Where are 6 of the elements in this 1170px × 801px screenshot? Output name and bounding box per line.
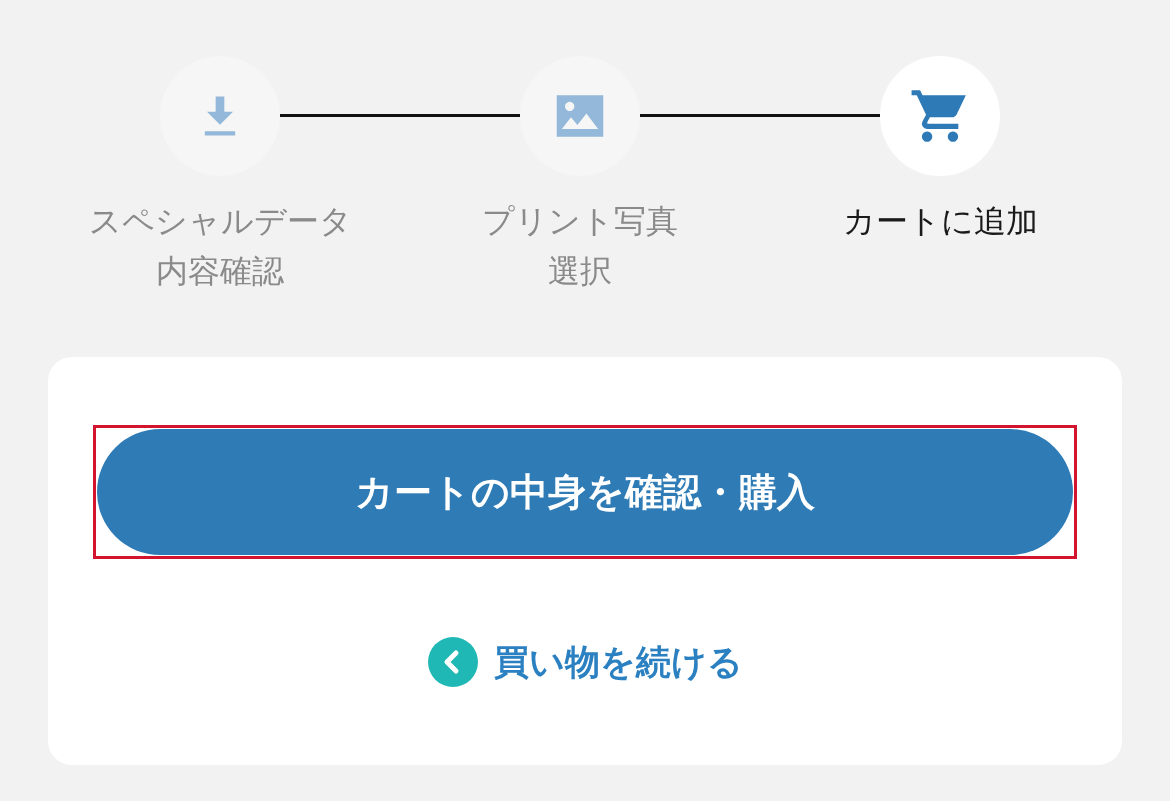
step-label: プリント写真 選択 [482, 201, 678, 292]
continue-shopping-link[interactable]: 買い物を続ける [427, 637, 743, 687]
back-chevron-icon [427, 637, 478, 687]
step-label: カートに追加 [842, 201, 1038, 242]
step-label: スペシャルデータ 内容確認 [88, 201, 352, 292]
checkout-button[interactable]: カートの中身を確認・購入 [97, 429, 1073, 555]
